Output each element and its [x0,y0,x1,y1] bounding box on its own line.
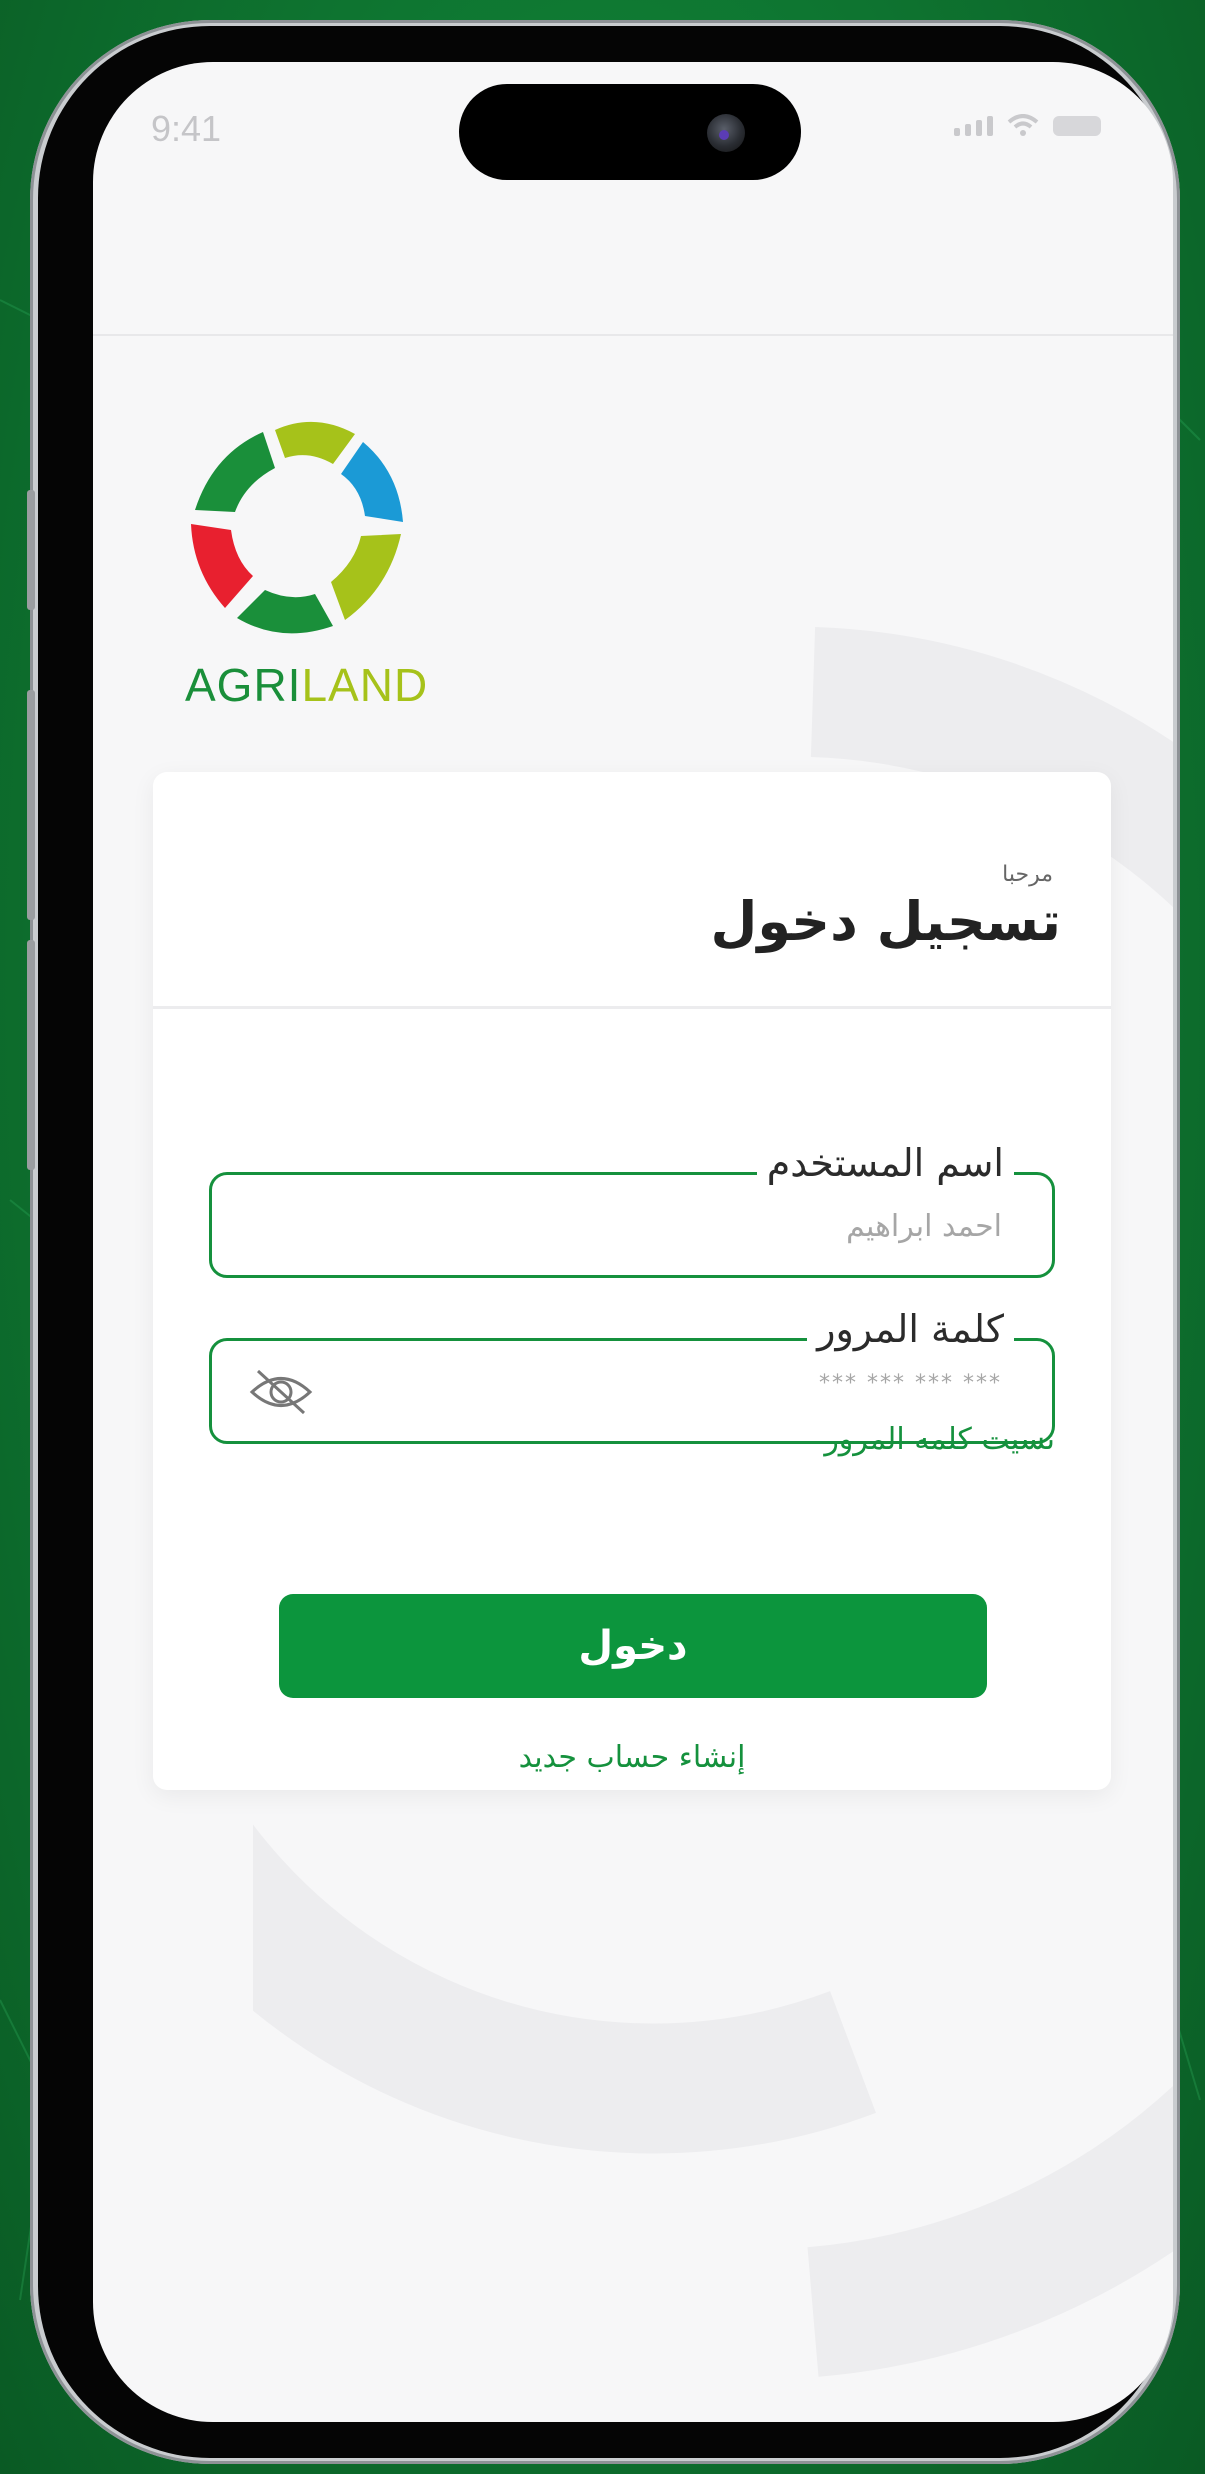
wifi-icon [1007,114,1039,136]
phone-screen: 9:41 AGRILAND مرحبا تسجيل دخول اسم المست… [93,62,1173,2422]
status-time: 9:41 [151,108,222,149]
side-button-volume-up [27,690,35,920]
greeting-text: مرحبا [1002,862,1053,887]
card-divider [153,1006,1111,1009]
dynamic-island [459,84,801,180]
username-label: اسم المستخدم [756,1141,1014,1185]
status-icons [954,114,1101,136]
username-field[interactable]: اسم المستخدم احمد ابراهيم [209,1141,1055,1278]
logo-wordmark-agri: AGRI [185,659,302,711]
username-value: احمد ابراهيم [846,1209,1002,1244]
create-account-link[interactable]: إنشاء حساب جديد [153,1740,1111,1775]
password-value: *** *** *** *** [819,1371,1002,1396]
logo-wordmark-land: LAND [301,659,429,711]
page-title: تسجيل دخول [710,890,1061,953]
side-button-volume-down [27,940,35,1170]
battery-icon [1053,116,1101,136]
logo-wordmark: AGRILAND [185,658,428,712]
side-button-action [27,490,35,610]
login-card: مرحبا تسجيل دخول اسم المستخدم احمد ابراه… [153,772,1111,1790]
forgot-password-link[interactable]: نسيت كلمه المرور [824,1422,1055,1457]
agriland-logo-icon [191,421,403,634]
password-label: كلمة المرور [807,1307,1014,1351]
signal-icon [954,116,993,136]
header-divider [93,334,1173,336]
camera-icon [707,114,745,152]
eye-slash-icon[interactable] [248,1367,314,1417]
login-button[interactable]: دخول [279,1594,987,1698]
